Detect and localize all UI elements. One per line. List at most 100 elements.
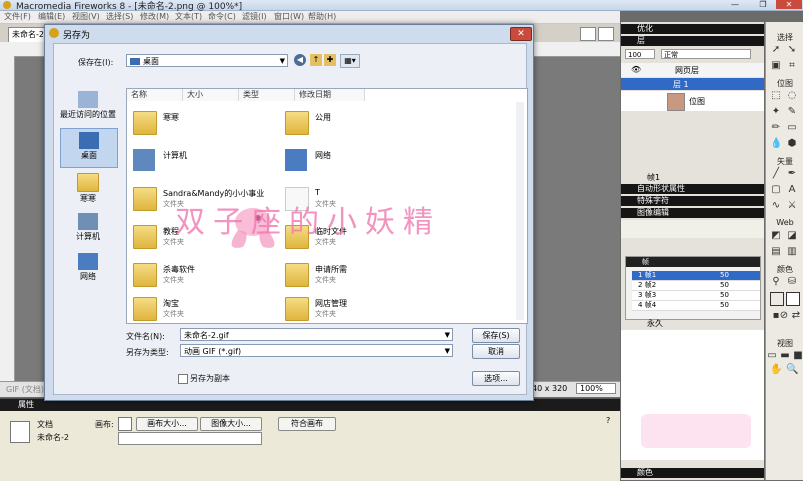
menu-file[interactable]: 文件(F) (4, 11, 31, 23)
wand-tool-icon[interactable]: ✦ (770, 106, 782, 118)
frame-row[interactable]: 1 帧1 50 (632, 271, 760, 281)
minimize-button[interactable]: — (722, 0, 748, 9)
file-item[interactable]: 申请所需 文件夹 (285, 259, 435, 293)
pointer-tool-icon[interactable]: ➚ (770, 44, 782, 56)
frame-row[interactable]: 4 帧4 50 (632, 301, 760, 311)
layers-panel-header[interactable]: 层 (621, 36, 764, 46)
menu-help[interactable]: 帮助(H) (308, 11, 336, 23)
canvas-size-button[interactable]: 画布大小... (136, 417, 198, 431)
knife-tool-icon[interactable]: ⚔ (786, 200, 798, 212)
place-computer[interactable]: 计算机 (60, 210, 116, 248)
help-icon[interactable]: ? (606, 416, 610, 425)
optimize-panel-header[interactable]: 优化 (621, 24, 764, 34)
canvas-color-swatch[interactable] (118, 417, 132, 431)
show-slices-icon[interactable]: ▥ (786, 246, 798, 258)
save-as-copy-checkbox[interactable] (178, 374, 188, 384)
up-folder-icon[interactable]: ↑ (310, 54, 322, 66)
menu-view[interactable]: 视图(V) (72, 11, 100, 23)
close-button[interactable]: ✕ (776, 0, 802, 9)
subselect-tool-icon[interactable]: ➘ (786, 44, 798, 56)
no-color-icon[interactable]: ⊘ (778, 310, 790, 322)
column-header-modified[interactable]: 修改日期 (295, 89, 365, 101)
save-in-select[interactable]: 桌面 ▼ (126, 54, 288, 67)
brush-tool-icon[interactable]: ✎ (786, 106, 798, 118)
maximize-button[interactable]: ❐ (750, 0, 776, 9)
palette-select[interactable] (118, 432, 262, 445)
save-button[interactable]: 保存(S) (472, 328, 520, 343)
hand-tool-icon[interactable]: ✋ (770, 364, 782, 376)
lasso-tool-icon[interactable]: ◌ (786, 90, 798, 102)
zoom-tool-icon[interactable]: 🔍 (786, 364, 798, 376)
place-user[interactable]: 寒寒 (60, 170, 116, 208)
shape-tool-icon[interactable]: ▢ (770, 184, 782, 196)
column-header-type[interactable]: 类型 (239, 89, 295, 101)
filename-input[interactable]: 未命名-2.gif ▼ (180, 328, 453, 341)
back-icon[interactable]: ◀ (294, 54, 306, 66)
bitmap-row[interactable]: 位图 (621, 91, 764, 111)
frame-row[interactable]: 2 帧2 50 (632, 281, 760, 291)
frame-row[interactable]: 3 帧3 50 (632, 291, 760, 301)
dialog-title-bar[interactable]: 另存为 ✕ (45, 25, 533, 41)
pencil-tool-icon[interactable]: ✏ (770, 122, 782, 134)
full-screen-menu-icon[interactable]: ▬ (779, 350, 791, 362)
image-edit-panel-header[interactable]: 图像编辑 (621, 208, 764, 218)
colors-panel-header[interactable]: 颜色 (621, 468, 764, 478)
column-header-size[interactable]: 大小 (183, 89, 239, 101)
dialog-close-button[interactable]: ✕ (510, 27, 532, 41)
eye-icon[interactable]: 👁 (631, 65, 641, 74)
file-item[interactable]: 计算机 (133, 145, 283, 179)
crop-tool-icon[interactable]: ⌗ (786, 60, 798, 72)
slice-tool-icon[interactable]: ◪ (786, 230, 798, 242)
scale-tool-icon[interactable]: ▣ (770, 60, 782, 72)
hotspot-tool-icon[interactable]: ◩ (770, 230, 782, 242)
column-header-name[interactable]: 名称 (127, 89, 183, 101)
blur-tool-icon[interactable]: 💧 (770, 138, 782, 150)
menu-select[interactable]: 选择(S) (106, 11, 133, 23)
auto-shape-panel-header[interactable]: 自动形状属性 (621, 184, 764, 194)
menu-command[interactable]: 命令(C) (208, 11, 236, 23)
view-menu-icon[interactable]: ▦▾ (340, 54, 360, 68)
eraser-tool-icon[interactable]: ▭ (786, 122, 798, 134)
stroke-color-swatch[interactable] (770, 292, 784, 306)
text-tool-icon[interactable]: A (786, 184, 798, 196)
menu-filters[interactable]: 滤镜(I) (242, 11, 267, 23)
stamp-tool-icon[interactable]: ⬢ (786, 138, 798, 150)
fill-color-swatch[interactable] (786, 292, 800, 306)
new-folder-icon[interactable]: ✚ (324, 54, 336, 66)
filetype-select[interactable]: 动画 GIF (*.gif) ▼ (180, 344, 453, 357)
file-item[interactable]: 网店管理 文件夹 (285, 293, 435, 327)
file-item[interactable]: 杀毒软件 文件夹 (133, 259, 283, 293)
fit-canvas-button[interactable]: 符合画布 (278, 417, 336, 431)
cancel-button[interactable]: 取消 (472, 344, 520, 359)
options-icon[interactable] (598, 27, 614, 41)
opacity-field[interactable]: 100 (625, 49, 655, 59)
file-list-scrollbar[interactable] (516, 102, 524, 320)
pen-tool-icon[interactable]: ✒ (786, 168, 798, 180)
blend-mode-select[interactable]: 正常 (661, 49, 751, 59)
loop-setting[interactable]: 永久 (647, 318, 663, 329)
line-tool-icon[interactable]: ╱ (770, 168, 782, 180)
file-item[interactable]: 寒寒 (133, 107, 283, 141)
menu-modify[interactable]: 修改(M) (140, 11, 169, 23)
layer-1-row[interactable]: 层 1 (621, 78, 764, 90)
zoom-select[interactable]: 100% (576, 383, 616, 394)
freeform-tool-icon[interactable]: ∿ (770, 200, 782, 212)
paint-bucket-tool-icon[interactable]: ⛁ (786, 276, 798, 288)
frames-panel-header[interactable]: 帧 (626, 257, 760, 267)
file-item[interactable]: 公用 (285, 107, 435, 141)
menu-text[interactable]: 文本(T) (175, 11, 202, 23)
full-screen-icon[interactable]: ■ (792, 350, 803, 362)
doc-tab[interactable]: 未命名-2 (8, 27, 48, 43)
preview-icon[interactable] (580, 27, 596, 41)
web-layer-row[interactable]: 👁 网页层 (621, 63, 764, 77)
standard-screen-icon[interactable]: ▭ (766, 350, 778, 362)
file-item[interactable]: 淘宝 文件夹 (133, 293, 283, 327)
place-network[interactable]: 网络 (60, 250, 116, 288)
place-recent[interactable]: 最近访问的位置 (60, 88, 116, 126)
eyedropper-tool-icon[interactable]: ⚲ (770, 276, 782, 288)
options-button[interactable]: 选项... (472, 371, 520, 386)
hide-slices-icon[interactable]: ▤ (770, 246, 782, 258)
special-chars-panel-header[interactable]: 特殊字符 (621, 196, 764, 206)
place-desktop[interactable]: 桌面 (60, 128, 118, 168)
menu-edit[interactable]: 编辑(E) (38, 11, 65, 23)
